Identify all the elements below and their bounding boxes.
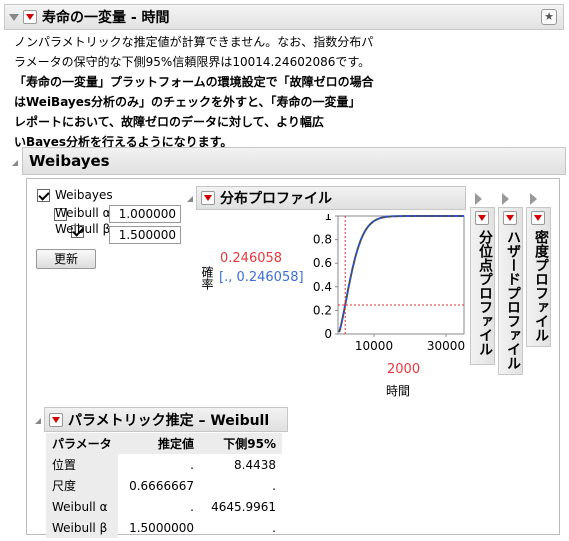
density-profile-title: 密度プロファイル (533, 230, 549, 342)
y-tick-label: 0.6 (313, 256, 332, 270)
density-profile-tab[interactable]: 密度プロファイル (526, 207, 551, 347)
estimates-red-triangle-icon[interactable] (49, 412, 63, 427)
estimate-cell: 1.5000000 (129, 520, 194, 535)
hazard-tab-toggle-icon[interactable] (502, 193, 509, 205)
row-label: 位置 (46, 454, 118, 475)
lower-cell: 8.4438 (234, 457, 276, 472)
report-header: 寿命の一変量 - 時間 ★ (4, 4, 564, 30)
y-tick-label: 0.8 (313, 233, 332, 247)
density-red-triangle-icon[interactable] (531, 211, 545, 225)
weibull-alpha-input[interactable]: 1.000000 (109, 205, 181, 223)
weibull-alpha-label: Weibull α (55, 206, 111, 220)
lower-cell: . (272, 478, 276, 493)
profile-header: 分布プロファイル (196, 186, 466, 210)
message-line: ノンパラメトリックな推定値が計算できません。なお、指数分布パ (14, 35, 374, 49)
message-line: ラメータの保守的な下側95%信頼限界は10014.24602086です。 (14, 55, 371, 69)
update-button[interactable]: 更新 (36, 249, 96, 269)
density-tab-toggle-icon[interactable] (530, 193, 537, 205)
row-label: 尺度 (46, 475, 118, 496)
estimates-disclosure-icon[interactable] (35, 418, 41, 424)
table-row: Weibull β 1.5000000 . (46, 517, 282, 538)
hazard-red-triangle-icon[interactable] (503, 211, 517, 225)
distribution-profile-chart: 1 0.8 0.6 0.4 0.2 0 10000 30000 (313, 214, 465, 353)
current-probability: 0.246058 (220, 251, 283, 266)
col-header-lower95: 下側95% (200, 433, 282, 454)
pin-icon[interactable]: ★ (541, 9, 557, 25)
x-tick-label: 10000 (355, 339, 393, 353)
col-header-parameter: パラメータ (46, 433, 118, 454)
y-tick-label: 0 (324, 327, 332, 341)
hazard-profile-title: ハザードプロファイル (505, 230, 521, 370)
profile-red-triangle-icon[interactable] (201, 191, 215, 205)
row-label: Weibull α (46, 496, 118, 517)
estimate-cell: . (190, 457, 194, 472)
col-header-estimate: 推定値 (118, 433, 200, 454)
collapse-icon[interactable] (9, 13, 19, 21)
estimate-cell: 0.6666667 (129, 478, 194, 493)
table-row: 位置 . 8.4438 (46, 454, 282, 475)
x-tick-label: 30000 (427, 339, 465, 353)
quantile-red-triangle-icon[interactable] (475, 211, 489, 225)
report-message: ノンパラメトリックな推定値が計算できません。なお、指数分布パ ラメータの保守的な… (14, 32, 394, 152)
weibayes-disclosure-icon[interactable] (12, 160, 18, 166)
y-tick-label: 1 (324, 214, 332, 223)
estimate-cell: . (190, 499, 194, 514)
y-axis-label: 確率 (200, 266, 214, 290)
lower-cell: 4645.9961 (211, 499, 276, 514)
message-bold-line: 「寿命の一変量」プラットフォームの環境設定で「故障ゼロの場合 (14, 75, 374, 89)
quantile-tab-toggle-icon[interactable] (475, 193, 482, 205)
x-axis-label: 時間 (386, 384, 411, 398)
weibayes-checkbox[interactable] (37, 189, 50, 202)
row-label: Weibull β (46, 517, 118, 538)
weibayes-header: Weibayes (22, 147, 566, 175)
message-bold-line: はWeiBayes分析のみ」のチェックを外すと、「寿命の一変量」 (14, 95, 361, 109)
profile-disclosure-icon[interactable] (187, 196, 193, 202)
weibayes-title: Weibayes (29, 152, 110, 170)
lower-cell: . (272, 520, 276, 535)
quantile-profile-title: 分位点プロファイル (477, 230, 493, 356)
weibull-beta-label: Weibull β (55, 222, 111, 236)
report-title: 寿命の一変量 - 時間 (42, 10, 170, 26)
weibayes-checkbox-label: Weibayes (55, 188, 113, 202)
table-row: 尺度 0.6666667 . (46, 475, 282, 496)
y-tick-label: 0.4 (313, 280, 332, 294)
estimates-title: パラメトリック推定 – Weibull (68, 412, 270, 429)
estimates-header: パラメトリック推定 – Weibull (44, 407, 288, 432)
x-current-value[interactable]: 2000 (387, 362, 420, 377)
weibull-beta-input[interactable]: 1.500000 (109, 226, 181, 244)
quantile-profile-tab[interactable]: 分位点プロファイル (470, 207, 495, 365)
estimates-table: パラメータ 推定値 下側95% 位置 . 8.4438 尺度 0.6666667… (46, 433, 282, 538)
profile-title: 分布プロファイル (220, 191, 332, 207)
y-tick-label: 0.2 (313, 303, 332, 317)
message-bold-line: レポートにおいて、故障ゼロのデータに対して、より幅広 (14, 115, 324, 129)
table-row: Weibull α . 4645.9961 (46, 496, 282, 517)
probability-interval: [., 0.246058] (219, 270, 304, 285)
hazard-profile-tab[interactable]: ハザードプロファイル (498, 207, 523, 375)
red-triangle-menu-icon[interactable] (23, 10, 37, 24)
plot-frame (337, 215, 465, 335)
